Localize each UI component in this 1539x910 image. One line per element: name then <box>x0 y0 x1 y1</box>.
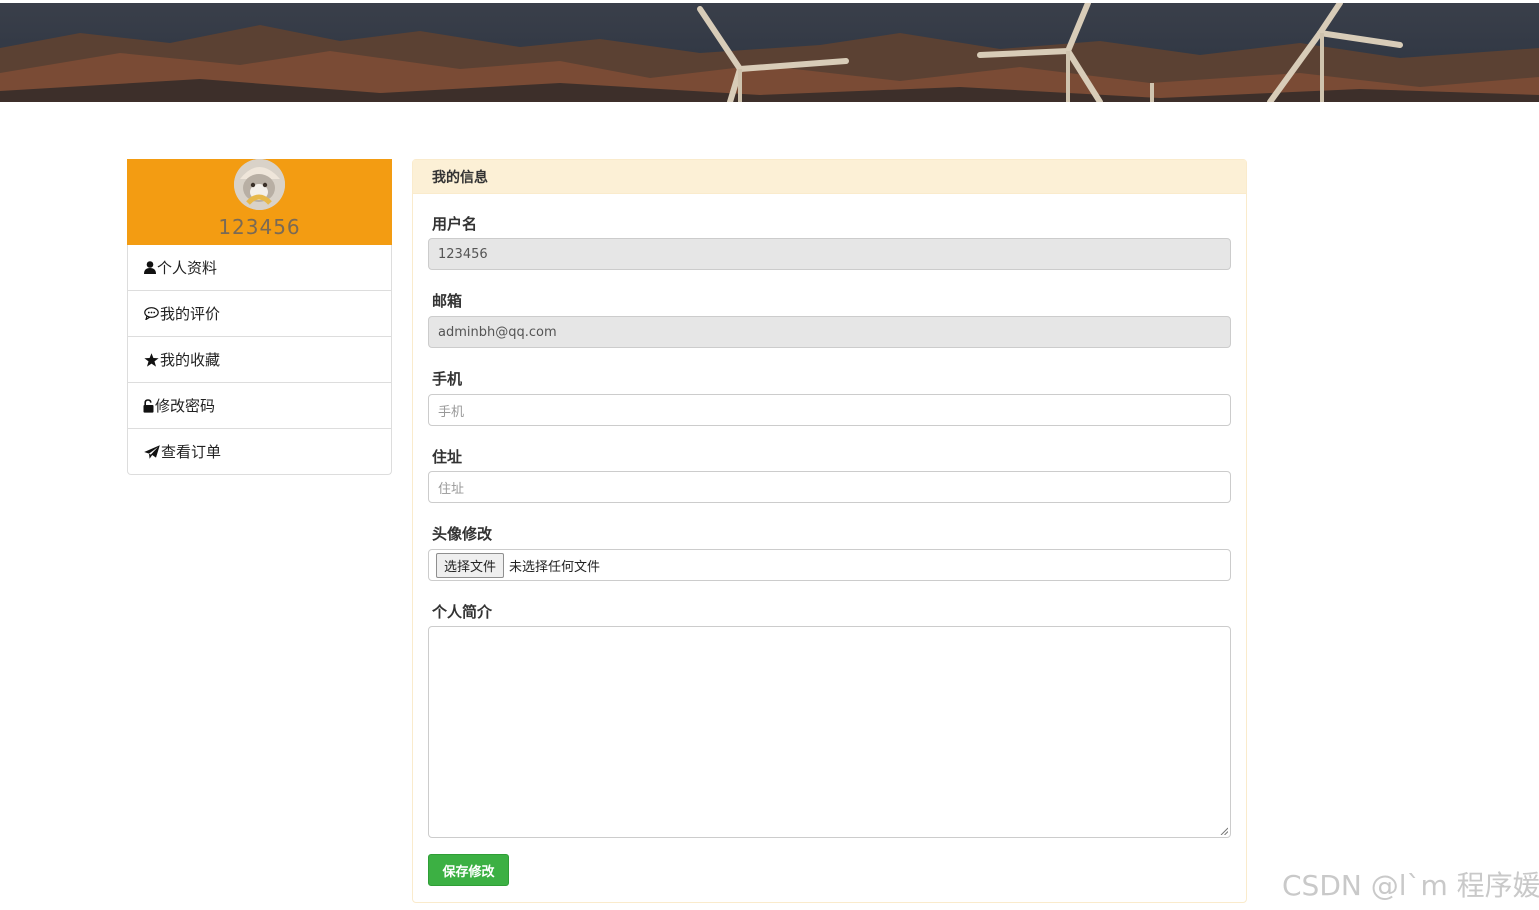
resize-handle-icon[interactable] <box>1220 827 1228 835</box>
sidebar-item-label: 我的评价 <box>160 305 221 323</box>
sidebar-item-favorites[interactable]: 我的收藏 <box>128 337 391 383</box>
comment-icon <box>143 306 159 321</box>
user-icon <box>143 260 156 275</box>
phone-label: 手机 <box>432 370 463 388</box>
sidebar-item-label: 我的收藏 <box>160 351 221 369</box>
panel-title: 我的信息 <box>413 160 1246 194</box>
my-info-panel: 我的信息 用户名 123456 邮箱 adminbh@qq.com 手机 手机 … <box>412 159 1247 903</box>
username-label: 用户名 <box>432 215 478 233</box>
sidebar-item-reviews[interactable]: 我的评价 <box>128 291 391 337</box>
email-label: 邮箱 <box>432 292 463 310</box>
avatar-upload-label: 头像修改 <box>432 525 493 543</box>
phone-input[interactable]: 手机 <box>428 394 1231 426</box>
header-banner-image <box>0 3 1539 102</box>
email-field[interactable]: adminbh@qq.com <box>428 316 1231 348</box>
sidebar-item-profile[interactable]: 个人资料 <box>128 245 391 291</box>
sidebar-item-label: 查看订单 <box>161 443 222 461</box>
bio-textarea[interactable] <box>428 626 1231 838</box>
user-sidebar: 123456 个人资料 我的评价 我的收藏 修改密码 查看订单 <box>127 159 392 475</box>
unlock-icon <box>143 398 154 413</box>
save-button[interactable]: 保存修改 <box>428 854 509 886</box>
username-field[interactable]: 123456 <box>428 238 1231 270</box>
address-label: 住址 <box>432 448 463 466</box>
file-status-text: 未选择任何文件 <box>509 559 601 575</box>
choose-file-button[interactable]: 选择文件 <box>436 552 505 578</box>
watermark-text: CSDN @l`m 程序媛 <box>1282 869 1539 902</box>
sidebar-item-label: 修改密码 <box>155 397 216 415</box>
sidebar-item-change-password[interactable]: 修改密码 <box>128 383 391 429</box>
address-input[interactable]: 住址 <box>428 471 1231 503</box>
bio-label: 个人简介 <box>432 603 493 621</box>
sidebar-menu: 个人资料 我的评价 我的收藏 修改密码 查看订单 <box>127 245 392 475</box>
avatar <box>234 159 285 210</box>
profile-username: 123456 <box>218 215 301 239</box>
sidebar-item-orders[interactable]: 查看订单 <box>128 429 391 474</box>
sidebar-item-label: 个人资料 <box>157 259 218 277</box>
profile-header: 123456 <box>127 159 392 245</box>
send-icon <box>143 444 160 459</box>
star-icon <box>143 352 159 367</box>
avatar-file-input: 选择文件 未选择任何文件 <box>428 549 1231 581</box>
